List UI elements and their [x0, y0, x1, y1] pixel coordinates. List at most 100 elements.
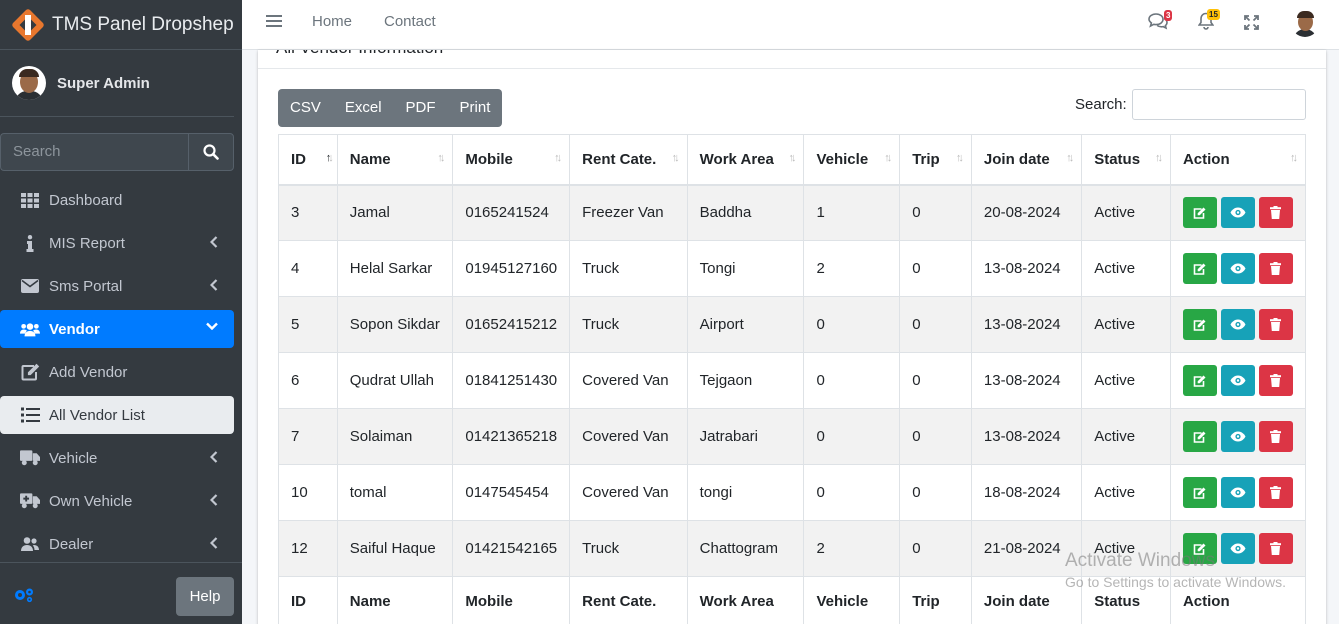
delete-button[interactable]	[1258, 253, 1293, 284]
table-cell: Tongi	[686, 240, 805, 297]
notifications-button[interactable]: 15	[1197, 9, 1220, 34]
sidebar-footer: Help	[0, 562, 242, 624]
envelope-icon	[21, 279, 39, 293]
view-button[interactable]	[1220, 197, 1255, 229]
sidebar-item-vendor[interactable]: Vendor	[0, 310, 234, 348]
sidebar-item-vehicle[interactable]: Vehicle	[0, 439, 234, 477]
edit-button[interactable]	[1182, 533, 1217, 564]
sidebar-item-all-vendor-list[interactable]: All Vendor List	[0, 396, 234, 434]
menu-toggle-icon[interactable]	[266, 14, 282, 28]
fullscreen-button[interactable]	[1244, 15, 1259, 34]
view-button[interactable]	[1220, 477, 1255, 508]
delete-button[interactable]	[1258, 197, 1293, 229]
table-cell: 3	[278, 184, 338, 241]
view-button[interactable]	[1220, 421, 1255, 452]
gears-icon[interactable]	[13, 587, 35, 603]
table-cell: Active	[1081, 352, 1171, 409]
table-cell: Freezer Van	[569, 184, 688, 241]
nav-link-contact[interactable]: Contact	[384, 13, 436, 30]
view-button[interactable]	[1220, 533, 1255, 564]
sidebar-item-mis-report[interactable]: MIS Report	[0, 224, 234, 262]
action-cell	[1169, 240, 1307, 297]
user-name[interactable]: Super Admin	[57, 75, 150, 92]
export-pdf-button[interactable]: PDF	[394, 89, 448, 127]
delete-button[interactable]	[1258, 533, 1293, 564]
column-header[interactable]: Vehicle ↑↓	[803, 134, 901, 186]
table-cell: 0	[803, 296, 901, 353]
edit-button[interactable]	[1182, 477, 1217, 508]
view-button[interactable]	[1220, 309, 1255, 340]
user-panel[interactable]: Super Admin	[0, 50, 234, 117]
help-button[interactable]: Help	[176, 577, 234, 616]
edit-button[interactable]	[1182, 309, 1217, 340]
table-search-input[interactable]	[1132, 89, 1306, 120]
sidebar-search: Search	[0, 133, 234, 171]
top-user-avatar[interactable]	[1291, 9, 1319, 37]
sidebar-item-add-vendor[interactable]: Add Vendor	[0, 353, 234, 391]
table-row: 3 Jamal 0165241524 Freezer Van Baddha 1 0 20-08…	[278, 184, 1307, 241]
table-cell: Covered Van	[569, 464, 688, 521]
chevron-down-icon	[206, 322, 218, 330]
sidebar-search-button[interactable]	[188, 133, 234, 171]
view-button[interactable]	[1220, 253, 1255, 284]
delete-button[interactable]	[1258, 477, 1293, 508]
edit-button[interactable]	[1182, 197, 1217, 229]
edit-button[interactable]	[1182, 253, 1217, 284]
column-header[interactable]: Rent Cate. ↑↓	[569, 134, 688, 186]
table-row: 10 tomal 0147545454 Covered Van tongi 0 0 18-08…	[278, 464, 1307, 521]
table-cell: 0	[899, 352, 972, 409]
brand-link[interactable]: TMS Panel Dropshep	[0, 0, 242, 50]
column-header[interactable]: Join date ↑↓	[970, 134, 1083, 186]
column-header-label: Action	[1182, 150, 1230, 168]
sidebar-search-input[interactable]: Search	[0, 133, 188, 171]
table-cell: 01421365218	[452, 408, 571, 465]
column-header[interactable]: ID ↑↓	[278, 134, 338, 186]
messages-badge: 3	[1164, 10, 1173, 21]
list-icon	[20, 407, 40, 423]
messages-button[interactable]: 3	[1148, 10, 1173, 34]
table-cell: Tejgaon	[686, 352, 805, 409]
column-header[interactable]: Name ↑↓	[336, 134, 454, 186]
view-button[interactable]	[1220, 365, 1255, 396]
edit-icon	[1194, 319, 1206, 331]
column-header[interactable]: Mobile ↑↓	[452, 134, 571, 186]
table-cell: Covered Van	[569, 352, 688, 409]
column-header[interactable]: Trip ↑↓	[899, 134, 972, 186]
table-cell: 01945127160	[452, 240, 571, 297]
sidebar-item-dashboard[interactable]: Dashboard	[0, 181, 234, 219]
edit-button[interactable]	[1182, 365, 1217, 396]
table-row: 6 Qudrat Ullah 01841251430 Covered Van Tejga…	[278, 352, 1307, 409]
user-avatar	[12, 66, 46, 100]
delete-button[interactable]	[1258, 365, 1293, 396]
table-cell: Active	[1081, 184, 1171, 241]
action-cell	[1169, 296, 1307, 353]
sidebar-item-dealer[interactable]: Dealer	[0, 525, 234, 563]
table-cell: 5	[278, 296, 338, 353]
truck-icon	[20, 450, 40, 466]
export-csv-button[interactable]: CSV	[278, 89, 333, 127]
export-excel-button[interactable]: Excel	[333, 89, 394, 127]
column-header[interactable]: Action ↑↓	[1169, 134, 1307, 186]
trash-icon	[1270, 206, 1282, 220]
users-icon	[20, 322, 40, 336]
sort-icon: ↑↓	[1066, 152, 1074, 164]
edit-icon	[1194, 431, 1206, 443]
table-cell: Solaiman	[336, 408, 454, 465]
table-cell: 0147545454	[452, 464, 571, 521]
delete-button[interactable]	[1258, 421, 1293, 452]
sidebar-item-sms-portal[interactable]: Sms Portal	[0, 267, 234, 305]
column-header[interactable]: Work Area ↑↓	[686, 134, 805, 186]
top-navbar: Home Contact 3 15	[242, 0, 1339, 50]
sidebar-item-label: All Vendor List	[49, 406, 145, 424]
column-header[interactable]: Status ↑↓	[1081, 134, 1171, 186]
edit-button[interactable]	[1182, 421, 1217, 452]
nav-link-home[interactable]: Home	[312, 13, 352, 30]
action-cell	[1169, 184, 1307, 241]
chevron-left-icon	[210, 537, 218, 549]
export-print-button[interactable]: Print	[448, 89, 503, 127]
delete-button[interactable]	[1258, 309, 1293, 340]
column-header-label: Trip	[912, 150, 940, 168]
sidebar-item-own-vehicle[interactable]: Own Vehicle	[0, 482, 234, 520]
eye-icon	[1230, 543, 1246, 554]
table-cell: 0	[899, 464, 972, 521]
